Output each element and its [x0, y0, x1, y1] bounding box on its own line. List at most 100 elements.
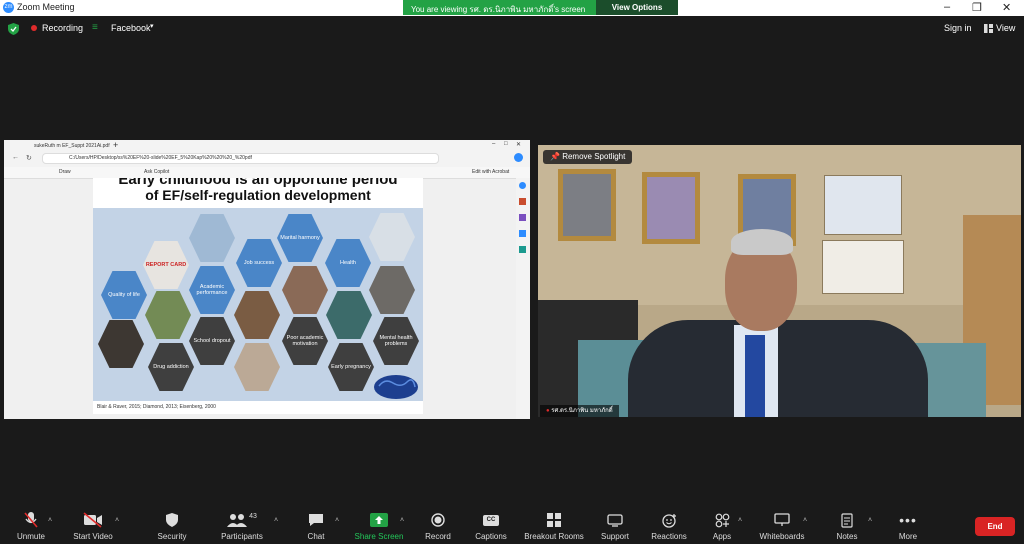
- support-icon: [607, 513, 623, 527]
- building-picture: [824, 175, 902, 235]
- chat-button[interactable]: Chat: [281, 509, 351, 541]
- participants-options-caret[interactable]: ˄: [274, 517, 278, 524]
- browser-maximize-icon[interactable]: □: [504, 141, 508, 147]
- breakout-rooms-icon: [547, 513, 561, 527]
- video-off-icon: [83, 512, 102, 528]
- minimize-icon[interactable]: –: [944, 1, 950, 13]
- dropout-photo: [234, 343, 280, 391]
- notes-button[interactable]: Notes: [812, 509, 882, 541]
- participants-button[interactable]: 43 Participants: [207, 509, 277, 542]
- tools-icon[interactable]: [519, 214, 526, 221]
- hexagon: Job success: [236, 239, 282, 287]
- copilot-icon[interactable]: [519, 182, 526, 189]
- doctor-photo: [369, 213, 415, 261]
- chat-icon: [309, 514, 323, 526]
- address-bar[interactable]: C:/Users/HP/Desktop/ss%20EF%20-slide%20E…: [42, 153, 439, 164]
- hexagon: School dropout: [189, 317, 235, 365]
- browser-close-icon[interactable]: ✕: [516, 141, 521, 148]
- office-icon[interactable]: [519, 246, 526, 253]
- shield-check-icon[interactable]: [8, 23, 19, 35]
- sign-in-link[interactable]: Sign in: [944, 23, 972, 33]
- close-icon[interactable]: ✕: [1002, 1, 1011, 14]
- share-screen-icon: [370, 513, 388, 527]
- browser-minimize-icon[interactable]: –: [492, 141, 495, 147]
- hexagon-label: Mental health problems: [379, 334, 413, 347]
- back-icon[interactable]: ←: [12, 154, 19, 161]
- apps-options-caret[interactable]: ˄: [738, 517, 742, 524]
- sad-girl-photo: [326, 291, 372, 339]
- end-meeting-button[interactable]: End: [975, 517, 1015, 536]
- zoom-logo-icon: zm: [3, 2, 14, 13]
- breakout-rooms-label: Breakout Rooms: [524, 532, 584, 541]
- hexagon: Poor academic motivation: [282, 317, 328, 365]
- pin-icon: 📌: [550, 152, 560, 161]
- hexagon-label: Early pregnancy: [331, 363, 371, 370]
- start-video-button[interactable]: Start Video: [58, 509, 128, 541]
- maximize-icon[interactable]: ❐: [972, 1, 982, 14]
- hexagon: Academic performance: [189, 266, 235, 314]
- speaker-hair: [731, 229, 793, 255]
- security-button[interactable]: Security: [137, 509, 207, 541]
- security-label: Security: [157, 532, 187, 541]
- speaker-suit: [628, 320, 928, 417]
- breakout-rooms-button[interactable]: Breakout Rooms: [519, 509, 589, 541]
- new-tab-icon[interactable]: +: [113, 140, 118, 150]
- hexagon: Health: [325, 239, 371, 287]
- recording-label[interactable]: Recording: [42, 23, 83, 33]
- participant-name: รศ.ดร.นิภาพิน มหาภักดิ์: [551, 408, 613, 414]
- apps-icon: [715, 513, 729, 527]
- portrait-frame: [642, 172, 700, 244]
- hexagon-label: Drug addiction: [153, 363, 189, 370]
- hexagon-label: Quality of life: [108, 291, 140, 298]
- certificate-frame: [822, 240, 904, 294]
- read-aloud-button[interactable]: Ask Copilot: [144, 169, 169, 175]
- whiteboards-options-caret[interactable]: ˄: [803, 517, 807, 524]
- remove-spotlight-button[interactable]: 📌 Remove Spotlight: [543, 150, 633, 164]
- draw-button[interactable]: Draw: [59, 169, 71, 175]
- chat-label: Chat: [307, 532, 325, 541]
- hexagon-label: Academic performance: [196, 283, 228, 296]
- browser-sidebar: [516, 178, 530, 419]
- brain-icon: [374, 375, 418, 399]
- muted-mic-icon: ●: [546, 408, 550, 414]
- video-options-caret[interactable]: ˄: [115, 517, 119, 524]
- unmute-button[interactable]: Unmute: [0, 509, 66, 541]
- audio-options-caret[interactable]: ˄: [48, 517, 52, 524]
- captions-button[interactable]: CC Captions: [456, 509, 526, 541]
- stairs-photo: [189, 214, 235, 262]
- more-label: More: [898, 532, 918, 541]
- hexagon-label: Health: [340, 259, 356, 266]
- whiteboards-button[interactable]: Whiteboards: [747, 509, 817, 541]
- edit-acrobat-button[interactable]: Edit with Acrobat: [472, 169, 509, 175]
- notes-icon: [841, 512, 853, 528]
- shared-screen: sukeRuth m EF_Suppt 2021Ai.pdf + – □ ✕ ←…: [4, 140, 530, 419]
- view-options-button[interactable]: View Options: [596, 0, 678, 15]
- hexagon: Drug addiction: [148, 343, 194, 391]
- hexagon-label: Poor academic motivation: [286, 334, 324, 347]
- record-icon: [431, 513, 445, 527]
- chat-options-caret[interactable]: ˄: [335, 517, 339, 524]
- notes-options-caret[interactable]: ˄: [868, 517, 872, 524]
- top-toolbar: Recording ≡ Facebook ▾ Sign in View: [0, 18, 1024, 40]
- browser-tab-title[interactable]: sukeRuth m EF_Suppt 2021Ai.pdf: [34, 143, 110, 149]
- whiteboards-label: Whiteboards: [759, 532, 805, 541]
- shopping-icon[interactable]: [519, 198, 526, 205]
- profile-avatar[interactable]: [514, 153, 523, 162]
- view-grid-icon[interactable]: [984, 24, 993, 33]
- more-button[interactable]: ••• More: [873, 509, 943, 541]
- citation-text: Blair & Raver, 2015; Diamond, 2013; Eise…: [97, 404, 216, 410]
- facebook-live-label[interactable]: Facebook: [111, 23, 151, 33]
- start-video-label: Start Video: [73, 532, 113, 541]
- share-banner-text: You are viewing รศ. ดร.นิภาพิน มหาภักดิ์…: [411, 5, 586, 14]
- woman-photo: [369, 266, 415, 314]
- drugs-photo: [98, 320, 144, 368]
- studying-photo: [234, 291, 280, 339]
- mic-muted-icon: [24, 512, 38, 528]
- slide-footer: Blair & Raver, 2015; Diamond, 2013; Eise…: [93, 401, 423, 414]
- outlook-icon[interactable]: [519, 230, 526, 237]
- captions-icon: CC: [483, 514, 499, 526]
- video-tile[interactable]: [538, 145, 1021, 417]
- reload-icon[interactable]: ↻: [26, 154, 32, 162]
- chevron-down-icon[interactable]: ▾: [150, 22, 154, 30]
- view-button[interactable]: View: [996, 23, 1015, 33]
